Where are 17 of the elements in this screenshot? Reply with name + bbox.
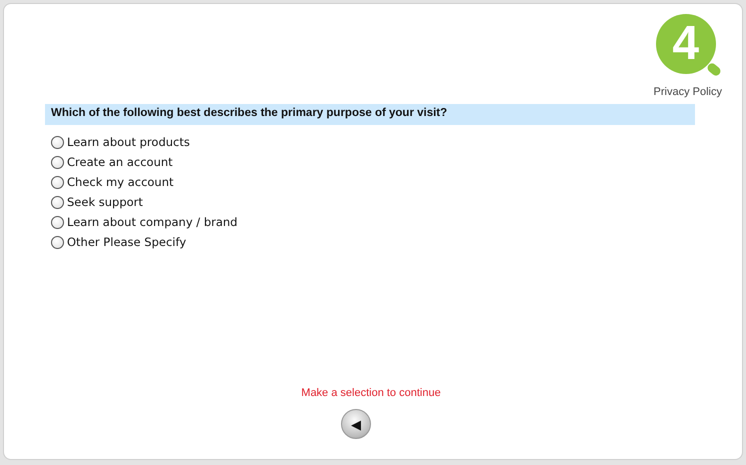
- option-label[interactable]: Learn about products: [67, 135, 190, 149]
- option-label[interactable]: Seek support: [67, 195, 143, 209]
- radio-button[interactable]: [51, 196, 64, 208]
- option-label[interactable]: Check my account: [67, 175, 174, 189]
- back-button[interactable]: ◀: [341, 409, 371, 439]
- option-label[interactable]: Create an account: [67, 155, 173, 169]
- logo: 4: [656, 14, 722, 78]
- option-label[interactable]: Other Please Specify: [67, 235, 186, 249]
- radio-button[interactable]: [51, 176, 64, 188]
- radio-button[interactable]: [51, 216, 64, 228]
- privacy-policy-link[interactable]: Privacy Policy: [654, 86, 722, 98]
- validation-message: Make a selection to continue: [301, 387, 441, 399]
- radio-button[interactable]: [51, 156, 64, 168]
- question-text: Which of the following best describes the primary purpose of your visit?: [45, 104, 695, 125]
- option-label[interactable]: Learn about company / brand: [67, 215, 238, 229]
- radio-button[interactable]: [51, 136, 64, 148]
- radio-button[interactable]: [51, 236, 64, 248]
